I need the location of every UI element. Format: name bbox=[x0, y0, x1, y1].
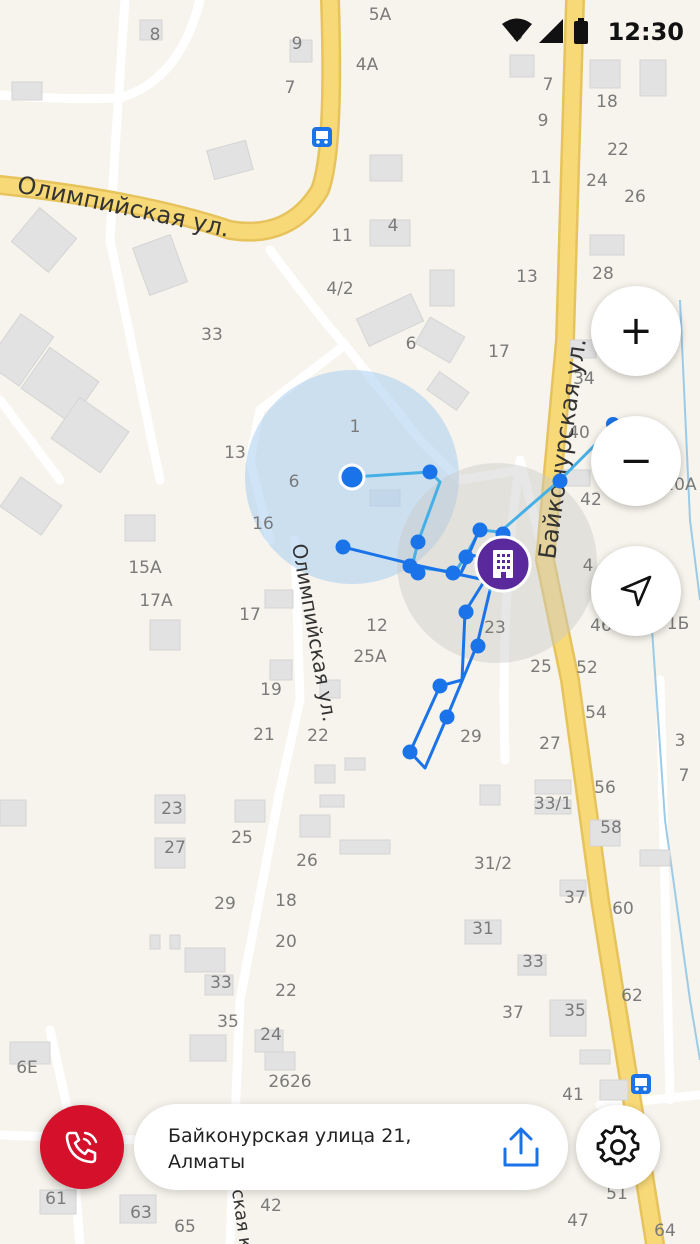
house-number: 35 bbox=[217, 1012, 239, 1032]
house-number: 35 bbox=[564, 1001, 586, 1021]
house-number: 7 bbox=[543, 75, 554, 95]
house-number: 31 bbox=[472, 919, 494, 939]
settings-button[interactable] bbox=[576, 1105, 660, 1189]
address-card[interactable]: Байконурская улица 21, Алматы bbox=[134, 1104, 568, 1190]
house-number: 64 bbox=[654, 1221, 676, 1241]
bus-stop-icon[interactable] bbox=[312, 127, 332, 147]
house-number: 9 bbox=[538, 111, 549, 131]
house-number: 37 bbox=[502, 1003, 524, 1023]
house-number: 24 bbox=[260, 1025, 282, 1045]
house-number: 17 bbox=[488, 342, 510, 362]
wifi-icon bbox=[502, 18, 532, 42]
bus-stop-icon[interactable] bbox=[631, 1074, 651, 1094]
house-number: 29 bbox=[214, 894, 236, 914]
house-number: 27 bbox=[539, 734, 561, 754]
house-number: 27 bbox=[164, 838, 186, 858]
call-button[interactable] bbox=[40, 1105, 124, 1189]
signal-icon bbox=[539, 19, 563, 43]
house-number: 22 bbox=[607, 140, 629, 160]
house-number: 25 bbox=[530, 657, 552, 677]
house-number: 18 bbox=[596, 92, 618, 112]
house-number: 23 bbox=[484, 618, 506, 638]
house-number: 2626 bbox=[268, 1072, 311, 1092]
house-number: 4 bbox=[388, 216, 399, 236]
address-line-2: Алматы bbox=[168, 1151, 246, 1173]
house-number: 58 bbox=[600, 818, 622, 838]
house-number: 33 bbox=[210, 973, 232, 993]
house-number: 15А bbox=[128, 558, 162, 578]
house-number: 37 bbox=[564, 888, 586, 908]
phone-call-icon bbox=[65, 1131, 98, 1164]
house-number: 29 bbox=[460, 727, 482, 747]
gear-icon bbox=[596, 1125, 640, 1166]
plus-icon: + bbox=[619, 308, 653, 354]
house-number: 11 bbox=[331, 226, 353, 246]
zoom-out-button[interactable]: − bbox=[591, 416, 681, 506]
zoom-in-button[interactable]: + bbox=[591, 286, 681, 376]
house-number: 16 bbox=[252, 514, 274, 534]
address-text: Байконурская улица 21, Алматы bbox=[168, 1123, 498, 1175]
house-number: 25 bbox=[231, 828, 253, 848]
map-view[interactable]: 8 95А4А7 79182211 242611 413 284/233 6 17341134… bbox=[0, 0, 700, 1244]
house-number: 24 bbox=[586, 171, 608, 191]
current-location-dot[interactable] bbox=[338, 463, 366, 491]
status-clock: 12:30 bbox=[607, 18, 684, 46]
house-number: 33/1 bbox=[534, 794, 572, 814]
house-number: 3 bbox=[675, 731, 686, 751]
building-marker[interactable] bbox=[474, 535, 532, 593]
house-number: 11 bbox=[530, 168, 552, 188]
house-number: 26 bbox=[624, 187, 646, 207]
navigation-arrow-icon bbox=[620, 575, 652, 607]
house-number: 26 bbox=[296, 851, 318, 871]
house-number: 17 bbox=[239, 605, 261, 625]
status-icons bbox=[502, 18, 588, 44]
house-number: 22 bbox=[275, 981, 297, 1001]
house-number: 61 bbox=[45, 1189, 67, 1209]
house-number: 25А bbox=[353, 647, 387, 667]
house-number: 17А bbox=[139, 591, 173, 611]
house-number: 12 bbox=[366, 616, 388, 636]
house-number: 60 bbox=[612, 899, 634, 919]
house-number: 33 bbox=[201, 325, 223, 345]
house-number: 4/2 bbox=[326, 279, 353, 299]
house-number: 65 bbox=[174, 1217, 196, 1237]
locate-me-button[interactable] bbox=[591, 546, 681, 636]
house-number: 52 bbox=[576, 658, 598, 678]
house-number: 13 bbox=[224, 443, 246, 463]
share-upload-icon bbox=[503, 1127, 539, 1167]
house-number: 21 bbox=[253, 725, 275, 745]
house-number: 33 bbox=[522, 952, 544, 972]
house-number: 31/2 bbox=[474, 854, 512, 874]
house-number: 20 bbox=[275, 932, 297, 952]
house-number: 6Е bbox=[16, 1058, 38, 1078]
house-number: 18 bbox=[275, 891, 297, 911]
house-number: 47 bbox=[567, 1211, 589, 1231]
house-number: 23 bbox=[161, 799, 183, 819]
house-number: 6 bbox=[289, 472, 300, 492]
house-number: 42 bbox=[580, 490, 602, 510]
minus-icon: − bbox=[619, 438, 653, 484]
house-number: 56 bbox=[594, 778, 616, 798]
house-number: 1 bbox=[350, 417, 361, 437]
building-icon bbox=[493, 550, 513, 578]
house-number: 19 bbox=[260, 680, 282, 700]
house-number: 41 bbox=[562, 1085, 584, 1105]
house-number: 7 bbox=[679, 766, 690, 786]
house-number: 62 bbox=[621, 986, 643, 1006]
house-number: 7 bbox=[285, 78, 296, 98]
house-number: 6 bbox=[406, 334, 417, 354]
battery-icon bbox=[574, 18, 588, 44]
house-number: 63 bbox=[130, 1203, 152, 1223]
house-number: 54 bbox=[585, 703, 607, 723]
address-line-1: Байконурская улица 21, bbox=[168, 1125, 412, 1147]
status-bar: 12:30 bbox=[0, 0, 700, 64]
house-number: 28 bbox=[592, 264, 614, 284]
house-number: 13 bbox=[516, 267, 538, 287]
share-button[interactable] bbox=[498, 1122, 544, 1172]
house-number: 4 bbox=[583, 556, 594, 576]
house-number: 42 bbox=[260, 1196, 282, 1216]
house-number: 22 bbox=[307, 726, 329, 746]
